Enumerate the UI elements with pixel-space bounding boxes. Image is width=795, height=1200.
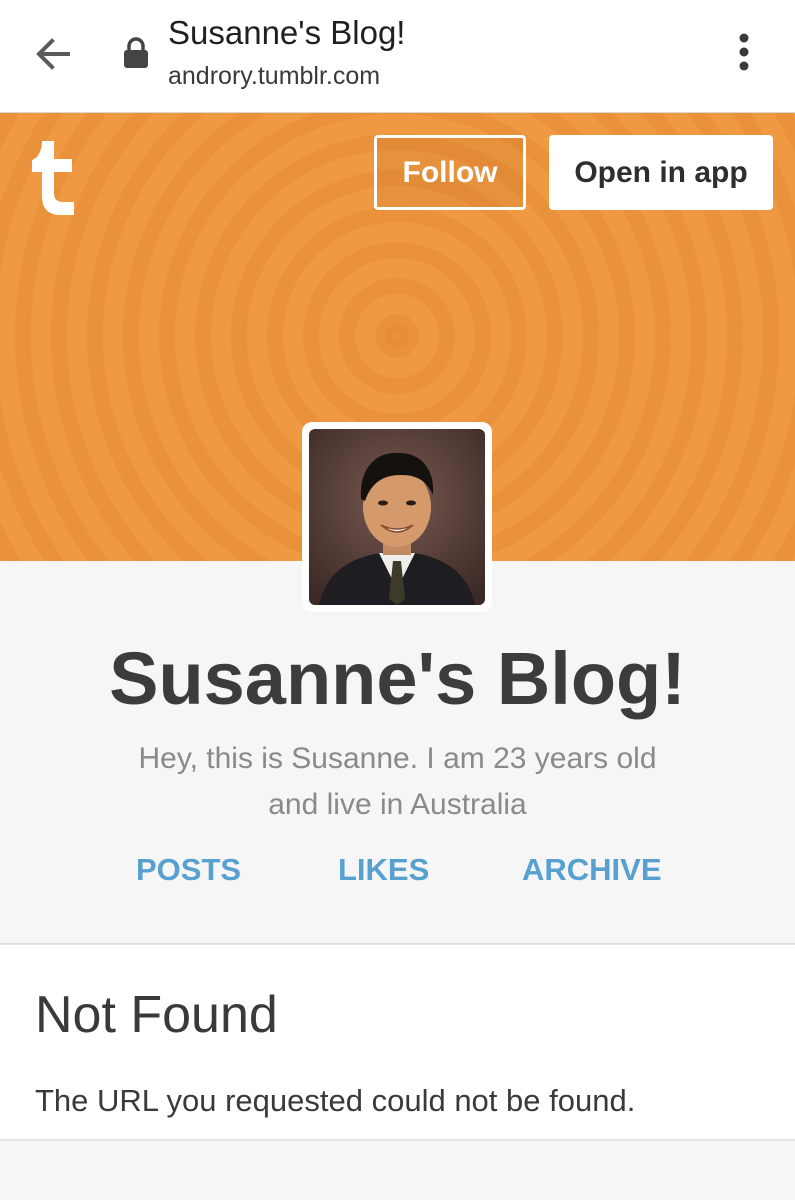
avatar[interactable] bbox=[302, 422, 492, 612]
avatar-photo bbox=[309, 429, 485, 605]
page-title: Susanne's Blog! bbox=[168, 14, 406, 51]
tab-archive[interactable]: ARCHIVE bbox=[522, 852, 662, 888]
browser-toolbar: Susanne's Blog! androry.tumblr.com bbox=[0, 0, 795, 113]
open-in-app-button[interactable]: Open in app bbox=[549, 135, 773, 210]
blog-title: Susanne's Blog! bbox=[109, 637, 686, 720]
more-vertical-icon bbox=[739, 33, 749, 71]
page-url[interactable]: androry.tumblr.com bbox=[168, 62, 380, 91]
follow-button[interactable]: Follow bbox=[374, 135, 526, 210]
lock-icon bbox=[122, 36, 150, 70]
arrow-left-icon bbox=[36, 38, 70, 70]
back-button[interactable] bbox=[28, 30, 76, 78]
tab-likes[interactable]: LIKES bbox=[338, 852, 429, 888]
more-menu-button[interactable] bbox=[728, 30, 760, 74]
blog-description: Hey, this is Susanne. I am 23 years old … bbox=[138, 742, 657, 821]
error-message: The URL you requested could not be found… bbox=[35, 1083, 636, 1118]
error-content: Not Found The URL you requested could no… bbox=[0, 945, 795, 1139]
tumblr-logo-icon[interactable] bbox=[28, 139, 82, 217]
blog-nav: POSTS LIKES ARCHIVE bbox=[0, 852, 795, 896]
divider bbox=[0, 1139, 795, 1141]
tab-posts[interactable]: POSTS bbox=[136, 852, 241, 888]
error-heading: Not Found bbox=[35, 986, 278, 1044]
